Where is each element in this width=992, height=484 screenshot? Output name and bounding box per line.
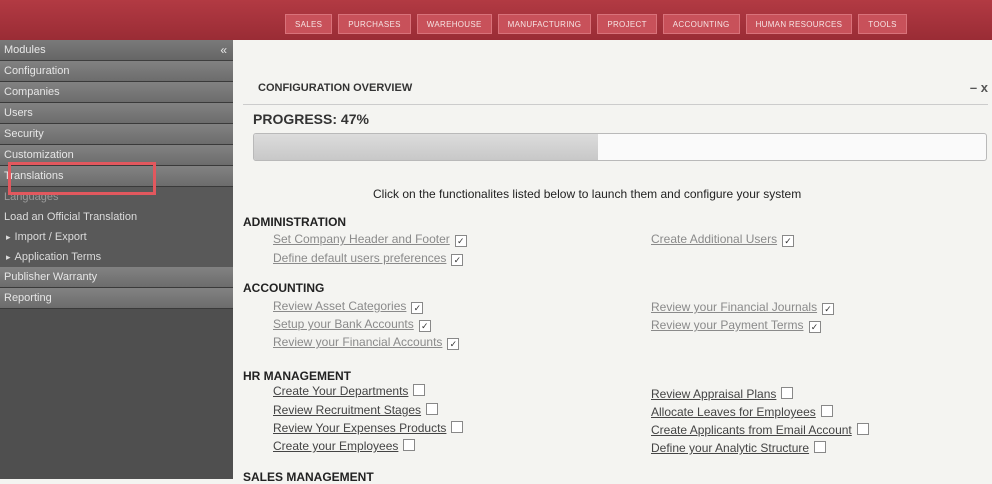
checkbox[interactable]: ✓ (451, 254, 464, 266)
panel-title: CONFIGURATION OVERVIEW (258, 82, 413, 94)
checkbox[interactable] (814, 441, 827, 453)
nav-tab-purchases[interactable]: PURCHASES (338, 14, 411, 34)
sidebar-item-companies[interactable]: Companies (0, 82, 233, 103)
checkbox[interactable]: ✓ (782, 235, 795, 247)
panel-controls[interactable]: – x (970, 80, 988, 95)
task-label: Create your Employees (273, 439, 399, 453)
bullet-icon: ▸ (6, 252, 11, 262)
task-label: Create Your Departments (273, 384, 409, 398)
task-label: Review Appraisal Plans (651, 387, 777, 401)
task-link[interactable]: Define default users preferences ✓ (273, 251, 464, 266)
sidebar-title: Modules (4, 44, 46, 56)
task-label: Review Your Expenses Products (273, 421, 447, 435)
section-title-administration: ADMINISTRATION (243, 215, 347, 229)
top-menu-bar: SALES PURCHASES WAREHOUSE MANUFACTURING … (0, 0, 992, 40)
sidebar-subitem-load-official-translation[interactable]: Load an Official Translation (0, 207, 233, 227)
checkbox[interactable] (856, 423, 869, 435)
checkbox[interactable]: ✓ (454, 235, 467, 247)
sidebar-subitem-application-terms[interactable]: ▸ Application Terms (0, 247, 233, 267)
checkbox[interactable] (403, 439, 416, 451)
task-link[interactable]: Setup your Bank Accounts ✓ (273, 317, 431, 332)
task-label: Setup your Bank Accounts (273, 317, 414, 331)
sidebar-subitem-label: Application Terms (14, 251, 102, 263)
checkbox[interactable] (451, 421, 464, 433)
sidebar-subitem-import-export[interactable]: ▸ Import / Export (0, 227, 233, 247)
sidebar-subitem-label: Import / Export (14, 231, 87, 243)
sidebar-item-users[interactable]: Users (0, 103, 233, 124)
checkbox[interactable]: ✓ (447, 338, 460, 350)
sidebar: Modules « Configuration Companies Users … (0, 40, 233, 479)
main-nav: SALES PURCHASES WAREHOUSE MANUFACTURING … (285, 14, 913, 34)
task-label: Create Additional Users (651, 232, 778, 246)
nav-tab-project[interactable]: PROJECT (597, 14, 657, 34)
sidebar-header: Modules « (0, 40, 233, 61)
task-label: Review your Financial Journals (651, 300, 818, 314)
section-title-accounting: ACCOUNTING (243, 281, 325, 295)
sidebar-item-configuration[interactable]: Configuration (0, 61, 233, 82)
progress-fill (254, 134, 599, 160)
task-link[interactable]: Review your Financial Journals ✓ (651, 300, 835, 315)
sidebar-item-publisher-warranty[interactable]: Publisher Warranty (0, 267, 233, 288)
checkbox[interactable] (781, 387, 794, 399)
task-label: Set Company Header and Footer (273, 232, 450, 246)
task-link[interactable]: Create Applicants from Email Account (651, 423, 869, 437)
collapse-sidebar-icon[interactable]: « (220, 40, 227, 60)
task-label: Allocate Leaves for Employees (651, 405, 816, 419)
configuration-overview-panel: CONFIGURATION OVERVIEW – x PROGRESS: 47%… (243, 75, 992, 484)
checkbox[interactable] (413, 384, 426, 396)
highlight-annotation (8, 162, 156, 195)
nav-tab-manufacturing[interactable]: MANUFACTURING (497, 14, 592, 34)
task-link[interactable]: Review Recruitment Stages (273, 403, 439, 417)
task-label: Review Asset Categories (273, 299, 407, 313)
task-link[interactable]: Review Appraisal Plans (651, 387, 794, 401)
task-link[interactable]: Review your Financial Accounts ✓ (273, 335, 460, 350)
task-link[interactable]: Create Your Departments (273, 384, 426, 398)
task-link[interactable]: Review your Payment Terms ✓ (651, 318, 821, 333)
task-link[interactable]: Create your Employees (273, 439, 416, 453)
nav-tab-tools[interactable]: TOOLS (858, 14, 907, 34)
nav-tab-human-resources[interactable]: HUMAN RESOURCES (745, 14, 853, 34)
task-link[interactable]: Allocate Leaves for Employees (651, 405, 833, 419)
sidebar-item-reporting[interactable]: Reporting (0, 288, 233, 309)
task-link[interactable]: Review Your Expenses Products (273, 421, 464, 435)
progress-label: PROGRESS: 47% (243, 104, 988, 132)
section-title-sales-management: SALES MANAGEMENT (243, 470, 374, 484)
task-label: Review your Payment Terms (651, 318, 804, 332)
intro-text: Click on the functionalites listed below… (373, 187, 802, 201)
checkbox[interactable]: ✓ (808, 321, 821, 333)
nav-tab-warehouse[interactable]: WAREHOUSE (416, 14, 492, 34)
task-link[interactable]: Review Asset Categories ✓ (273, 299, 424, 314)
checkbox[interactable]: ✓ (411, 302, 424, 314)
checkbox[interactable]: ✓ (822, 303, 835, 315)
task-label: Review Recruitment Stages (273, 403, 422, 417)
section-title-hr-management: HR MANAGEMENT (243, 369, 351, 383)
checkbox[interactable] (426, 403, 439, 415)
sidebar-item-security[interactable]: Security (0, 124, 233, 145)
checkbox[interactable]: ✓ (418, 320, 431, 332)
nav-tab-sales[interactable]: SALES (285, 14, 333, 34)
progress-bar (253, 133, 987, 161)
checkbox[interactable] (820, 405, 833, 417)
task-label: Define your Analytic Structure (651, 441, 810, 455)
nav-tab-accounting[interactable]: ACCOUNTING (662, 14, 740, 34)
task-link[interactable]: Define your Analytic Structure (651, 441, 827, 455)
bullet-icon: ▸ (6, 232, 11, 242)
task-link[interactable]: Create Additional Users ✓ (651, 232, 795, 247)
task-link[interactable]: Set Company Header and Footer ✓ (273, 232, 467, 247)
task-label: Create Applicants from Email Account (651, 423, 852, 437)
task-label: Define default users preferences (273, 251, 447, 265)
task-label: Review your Financial Accounts (273, 335, 443, 349)
